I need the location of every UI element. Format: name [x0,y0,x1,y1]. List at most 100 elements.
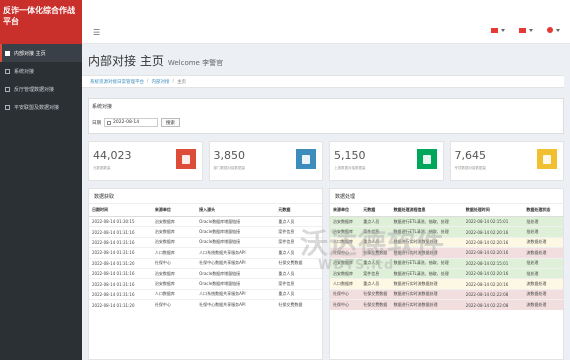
panel-title: 数据处理 [330,189,563,204]
table-cell: 2022-08-14 01:31:20 [89,299,152,311]
table-cell: 2022-08-14 02:20:16 [462,267,524,279]
table-cell: 案件信息 [275,236,322,248]
top-bar: ☰ [82,0,570,44]
table-cell: 重点人员 [360,215,391,227]
table-cell: 批处理 [523,226,563,238]
table-cell: 2022-08-14 01:30:15 [89,215,152,227]
table-cell: 案件信息 [360,226,391,238]
breadcrumb-link[interactable]: 系统资源对接日常管理平台 [90,79,144,85]
table-cell: 社保中心 [330,299,361,311]
acquisition-table: 日期时间 来源单位 接入源头 元数据 2022-08-14 01:30:15 治安数据库… [89,204,322,311]
app-logo: 反诈一体化综合作战平台 [0,0,82,44]
stat-card: 7,645 专项数据对接数据量 [449,141,564,181]
calendar-icon [107,120,111,125]
table-cell: 数据进行实时流数据处理 [390,236,463,248]
table-cell: 治安数据库 [330,215,361,227]
avatar [547,27,553,33]
table-cell: 流数据处理 [523,288,563,300]
chevron-down-icon [529,28,533,32]
search-button[interactable]: 搜索 [161,118,180,127]
table-cell: 流数据处理 [523,236,563,248]
search-panel: 系统对接 日期 2022-08-14 搜索 [88,98,564,134]
table-cell: 治安数据库 [151,278,197,290]
main-content: 内部对接 主页 Welcome 李警官 系统资源对接日常管理平台 / 内部对接 … [82,44,570,360]
table-cell: 重点人员 [360,278,391,290]
table-cell: 案件信息 [275,278,322,290]
table-row: 2022-08-14 01:31:16 治安数据库 Oracle数据库增量链接 案件信… [89,278,322,290]
hamburger-icon[interactable]: ☰ [93,28,100,37]
page-header: 内部对接 主页 Welcome 李警官 [88,52,223,69]
chevron-down-icon [556,28,560,32]
folder-open-icon [416,149,437,169]
table-cell: 2022-08-14 02:20:16 [462,226,524,238]
language-dropdown[interactable] [491,27,505,33]
table-header: 日期时间 [89,204,152,217]
monitor-icon [5,86,10,92]
table-row: 2022-08-14 01:31:16 治安数据库 Oracle数据库增量链接 案件信… [89,236,322,248]
table-cell: 2022-08-14 01:31:16 [89,247,152,259]
table-cell: 2022-08-14 02:15:01 [462,215,524,227]
date-value: 2022-08-14 [113,120,140,125]
top-right-tools [491,27,560,33]
table-cell: 数据进行ETL清洗、抽取、处理 [390,226,463,238]
database-icon [175,149,196,169]
table-cell: 治安数据库 [330,226,361,238]
stat-value: 5,150 [334,149,366,162]
processing-table: 来源单位 元数据 数据处理流程信息 数据处理时间 数据处理状态 治安数据库 重点人员 数据进… [330,204,563,311]
sidebar-item-label: 系统对接 [14,68,35,75]
table-cell: 治安数据库 [151,215,197,227]
stat-label: 专项数据对接数据量 [454,166,487,170]
table-row: 2022-08-14 01:31:16 治安数据库 Oracle数据库增量链接 案件信… [89,226,322,238]
data-panels: 数据获取 日期时间 来源单位 接入源头 元数据 2022-08-14 01:30:15… [88,188,564,360]
table-cell: 案件信息 [275,226,322,238]
table-cell: 2022-08-14 01:31:20 [89,257,152,269]
table-header: 元数据 [360,204,391,217]
table-cell: 社保中心数据共享服务API [196,299,276,311]
table-row: 治安数据库 重点人员 数据进行ETL清洗、抽取、处理 2022-08-14 02:15… [330,215,563,227]
sidebar-item-system[interactable]: 系统对接 [0,62,82,80]
sidebar-item-alliance[interactable]: 平安联盟及数据对接 [0,98,82,116]
date-input[interactable]: 2022-08-14 [104,118,158,127]
stat-value: 3,850 [213,149,246,162]
table-cell: 重点人员 [275,267,322,279]
table-cell: 人口数据库 [330,278,361,290]
page-title: 内部对接 主页 [88,54,164,68]
table-cell: 人口系统数据共享服务API [196,288,276,300]
table-row: 社保中心 社保交费数据 数据进行实时流数据处理 2022-08-14 02:22:08… [330,288,563,300]
breadcrumb-link[interactable]: 内部对接 [152,79,170,85]
user-dropdown[interactable] [547,27,560,33]
table-cell: 2022-08-14 01:31:16 [89,236,152,248]
table-cell: 2022-08-14 01:31:16 [89,278,152,290]
data-processing-panel: 数据处理 来源单位 元数据 数据处理流程信息 数据处理时间 数据处理状态 治安数据库 重点… [329,188,564,360]
sidebar-item-label: 内部对接 主页 [14,50,46,57]
stat-card: 3,850 部门数据对接数据量 [208,141,323,181]
link-icon [5,104,10,110]
table-cell: 人口数据库 [330,236,361,248]
table-row: 2022-08-14 01:31:16 人口数据库 人口系统数据共享服务API 重点人… [89,288,322,300]
table-cell: 社保中心 [151,257,197,269]
panel-title: 数据获取 [89,189,322,204]
table-cell: 数据进行实时流数据处理 [390,288,463,300]
flag-icon [491,27,498,33]
message-dropdown[interactable] [519,27,533,33]
table-cell: 批处理 [523,257,563,269]
stat-value: 44,023 [93,149,132,162]
table-cell: 重点人员 [360,257,391,269]
table-header: 来源单位 [330,204,361,217]
table-header: 数据处理状态 [523,204,563,217]
table-row: 社保中心 社保交费数据 数据进行实时流数据处理 2022-08-14 02:20:16… [330,247,563,259]
table-cell: 批处理 [523,267,563,279]
table-cell: 2022-08-14 02:20:16 [462,236,524,248]
table-cell: 社保中心 [330,247,361,259]
table-cell: 治安数据库 [330,257,361,269]
table-cell: 治安数据库 [151,267,197,279]
table-cell: 数据进行实时流数据处理 [390,278,463,290]
table-cell: 2022-08-14 02:22:08 [462,288,524,300]
folder-icon [296,149,316,169]
table-cell: 批处理 [523,215,563,227]
sidebar-item-home[interactable]: 内部对接 主页 [0,44,82,62]
table-cell: 数据进行实时流数据处理 [390,247,463,259]
table-cell: Oracle数据库增量链接 [196,236,276,248]
sidebar-item-hall[interactable]: 反厅管理数据对接 [0,80,82,98]
table-cell: 流数据处理 [523,299,563,311]
